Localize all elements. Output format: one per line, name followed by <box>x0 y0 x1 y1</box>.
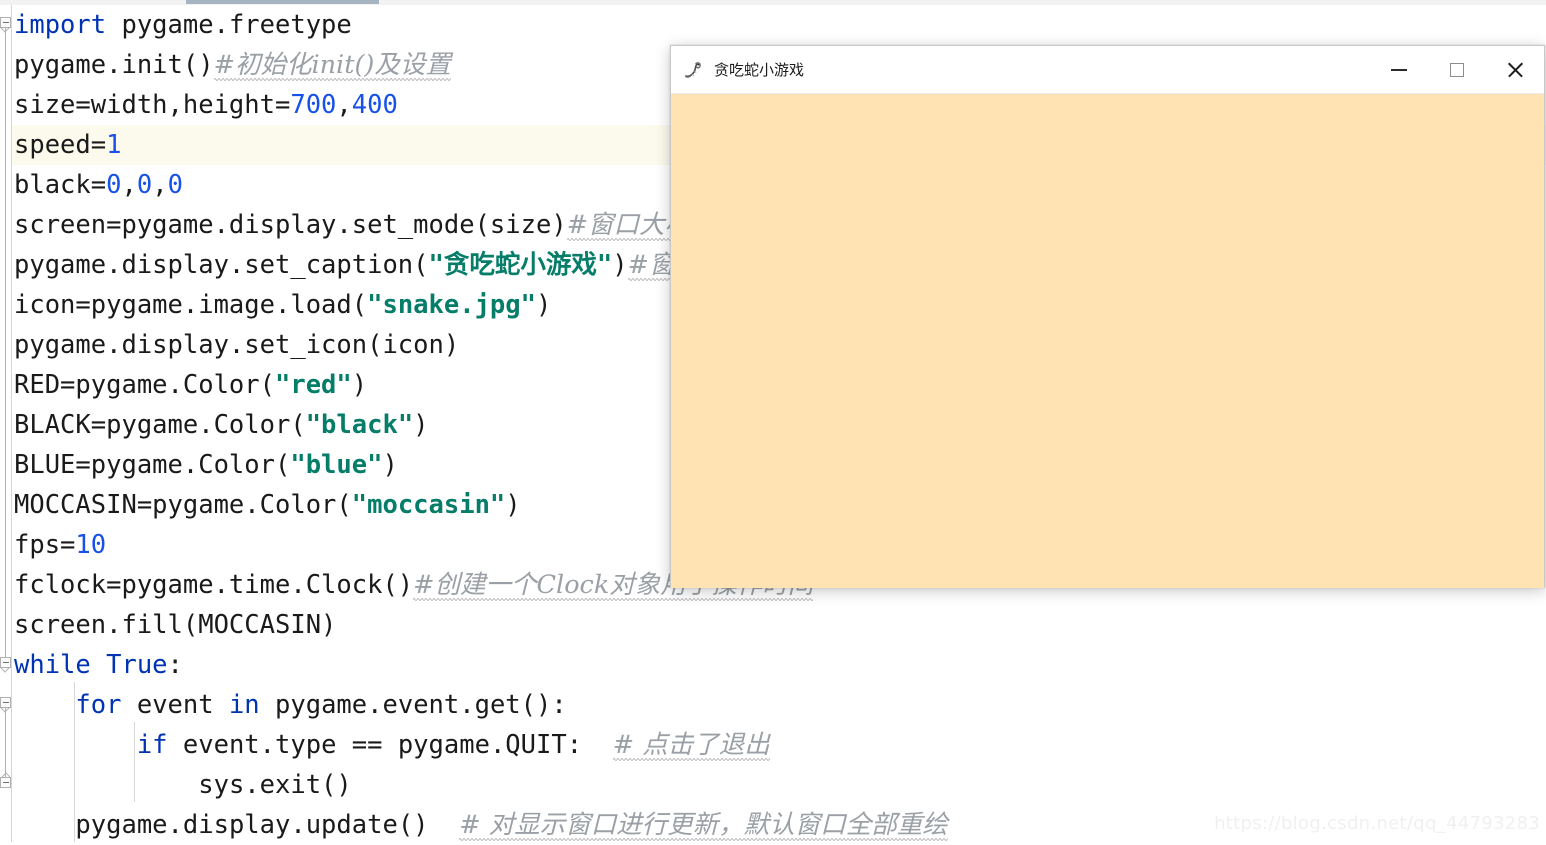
window-titlebar[interactable]: 贪吃蛇小游戏 <box>671 46 1544 94</box>
code-token-kw: for <box>75 690 122 720</box>
code-token-str: "snake.jpg" <box>367 290 536 320</box>
pygame-game-window[interactable]: 贪吃蛇小游戏 <box>670 45 1545 588</box>
code-token-plain: , <box>121 170 137 200</box>
code-token-plain: RED=pygame.Color( <box>14 370 275 400</box>
code-token-kw: in <box>228 690 260 720</box>
code-token-plain: size=width,height= <box>14 90 291 120</box>
snake-icon <box>683 59 705 81</box>
code-token-plain: pygame.display.set_caption( <box>14 250 429 280</box>
fold-marker-for[interactable] <box>0 697 11 708</box>
pygame-canvas[interactable] <box>671 94 1544 588</box>
code-token-str: "red" <box>275 370 352 400</box>
code-token-cmt: #初始化init()及设置 <box>213 50 451 80</box>
minimize-icon <box>1391 68 1407 71</box>
close-button[interactable] <box>1486 47 1544 93</box>
code-token-plain: ) <box>382 450 398 480</box>
fold-marker-import[interactable] <box>0 17 11 28</box>
code-token-str: "black" <box>305 410 414 440</box>
code-token-plain: screen.fill(MOCCASIN) <box>14 610 337 640</box>
maximize-icon <box>1450 62 1464 77</box>
code-token-plain: icon=pygame.image.load( <box>14 290 368 320</box>
code-token-plain: BLUE=pygame.Color( <box>14 450 291 480</box>
code-token-num: 0 <box>136 170 153 200</box>
fold-guide-for <box>5 708 6 778</box>
code-token-plain: sys.exit() <box>198 770 352 800</box>
code-token-cmt: # 对显示窗口进行更新，默认窗口全部重绘 <box>459 810 948 840</box>
fold-guide-file <box>5 28 6 657</box>
csdn-watermark: https://blog.csdn.net/qq_44793283 <box>1214 813 1540 834</box>
code-token-str: "blue" <box>290 450 383 480</box>
code-token-kw: while <box>14 650 91 680</box>
code-token-plain: pygame.freetype <box>106 10 352 40</box>
code-token-plain: speed= <box>14 130 107 160</box>
minimize-button[interactable] <box>1370 47 1428 93</box>
code-token-num: 1 <box>106 130 122 160</box>
horizontal-scrollbar-thumb[interactable] <box>186 0 379 4</box>
code-token-plain: fps= <box>14 530 76 560</box>
fold-marker-while[interactable] <box>0 657 11 668</box>
code-line[interactable]: sys.exit() <box>14 765 1546 805</box>
code-token-num: 400 <box>351 90 398 120</box>
code-token-plain: event.type == pygame.QUIT: <box>167 730 613 760</box>
code-token-plain: pygame.display.update() <box>75 810 460 840</box>
code-token-plain: ) <box>612 250 628 280</box>
code-token-plain: ) <box>351 370 368 400</box>
code-token-kw: import <box>14 10 107 40</box>
code-token-str: "moccasin" <box>351 490 506 520</box>
code-line[interactable]: while True: <box>14 645 1546 685</box>
code-token-plain: , <box>152 170 168 200</box>
code-line[interactable]: import pygame.freetype <box>14 5 1546 45</box>
code-token-plain: MOCCASIN=pygame.Color( <box>14 490 352 520</box>
code-token-plain: ) <box>536 290 552 320</box>
maximize-button[interactable] <box>1428 47 1486 93</box>
code-token-plain: black= <box>14 170 107 200</box>
fold-marker-if[interactable] <box>0 777 11 788</box>
code-token-num: 10 <box>75 530 107 560</box>
code-token-plain: BLACK=pygame.Color( <box>14 410 306 440</box>
code-token-kw: True <box>106 650 168 680</box>
code-token-plain: ) <box>505 490 521 520</box>
code-line[interactable]: for event in pygame.event.get(): <box>14 685 1546 725</box>
code-token-plain: screen=pygame.display.set_mode(size) <box>14 210 567 240</box>
code-token-plain: pygame.display.set_icon(icon) <box>14 330 460 360</box>
code-line[interactable]: if event.type == pygame.QUIT: # 点击了退出 <box>14 725 1546 765</box>
code-line[interactable]: screen.fill(MOCCASIN) <box>14 605 1546 645</box>
code-token-plain: event <box>121 690 229 720</box>
code-token-plain: ) <box>413 410 429 440</box>
window-title: 贪吃蛇小游戏 <box>714 61 805 79</box>
fold-arrow-while <box>1 668 10 674</box>
code-token-str: "贪吃蛇小游戏" <box>428 250 613 280</box>
code-token-num: 700 <box>290 90 337 120</box>
editor-gutter[interactable] <box>0 5 12 842</box>
code-token-plain: fclock=pygame.time.Clock() <box>14 570 414 600</box>
code-token-kw: if <box>136 730 168 760</box>
code-token-cmt: # 点击了退出 <box>612 730 770 760</box>
code-token-num: 0 <box>106 170 122 200</box>
code-token-plain: : <box>167 650 183 680</box>
code-token-plain: pygame.event.get(): <box>259 690 567 720</box>
close-icon <box>1506 61 1524 79</box>
code-token-plain: pygame.init() <box>14 50 214 80</box>
code-token-plain: , <box>336 90 352 120</box>
code-token-num: 0 <box>167 170 183 200</box>
